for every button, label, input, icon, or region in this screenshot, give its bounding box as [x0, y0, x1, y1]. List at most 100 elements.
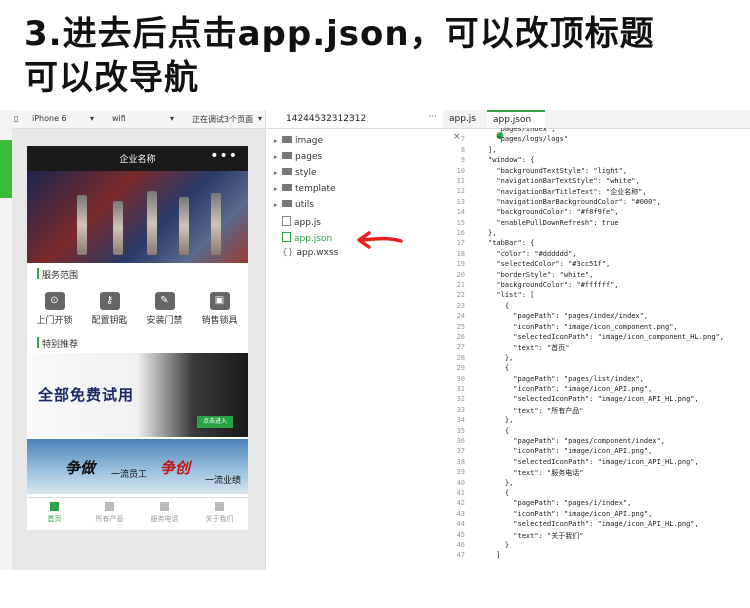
- code-line: },: [488, 478, 514, 487]
- key-icon: ⚷: [99, 292, 120, 310]
- promo-button[interactable]: 点击进入: [197, 416, 233, 428]
- folder-icon: [282, 152, 292, 159]
- line-number: 44: [456, 520, 465, 529]
- code-line: {: [488, 301, 510, 310]
- banner-image[interactable]: [27, 171, 248, 263]
- tab-label: app.json: [493, 115, 532, 125]
- code-line: "color": "#dddddd",: [488, 249, 577, 258]
- code-line: "iconPath": "image/icon_component.png",: [488, 322, 678, 331]
- code-line: "backgroundTextStyle": "light",: [488, 166, 628, 175]
- chevron-right-icon: ▸: [274, 153, 278, 161]
- tab-app-json[interactable]: app.json ●: [487, 110, 545, 141]
- code-line: "pagePath": "pages/component/index",: [488, 437, 666, 445]
- code-line: "pages/index",: [488, 128, 556, 133]
- lock-icon: ▣: [209, 292, 230, 310]
- code-line: ]: [488, 551, 501, 560]
- slogan-banner: 争做 一流员工 争创 一流业绩: [27, 439, 248, 494]
- chevron-down-icon[interactable]: ▾: [258, 114, 262, 123]
- code-line: "selectedIconPath": "image/icon_API_HL.p…: [488, 395, 699, 404]
- service-item[interactable]: ⊙ 上门开锁: [27, 286, 82, 330]
- tree-item-pages[interactable]: ▸ pages: [274, 152, 322, 162]
- line-number: 43: [456, 509, 465, 518]
- service-item[interactable]: ✎ 安装门禁: [137, 286, 192, 330]
- tree-item-label: utils: [295, 200, 314, 210]
- line-number: 34: [456, 416, 465, 425]
- device-select[interactable]: iPhone 6: [32, 114, 67, 123]
- editor-tabs: app.js × app.json ●: [443, 110, 750, 142]
- line-number: 41: [456, 489, 465, 497]
- file-tree-header: 14244532312312 ···: [266, 110, 443, 129]
- chevron-down-icon[interactable]: ▾: [170, 114, 174, 123]
- line-number: 46: [456, 541, 465, 549]
- tree-item-image[interactable]: ▸ image: [274, 136, 323, 146]
- code-editor: app.js × app.json ● "pages/index", 7 "pag…: [443, 110, 750, 570]
- code-line: "selectedColor": "#3cc51f",: [488, 260, 611, 269]
- line-number: 28: [456, 353, 465, 362]
- code-line: },: [488, 416, 514, 425]
- folder-icon: [282, 168, 292, 175]
- line-number: 8: [460, 145, 465, 154]
- chevron-right-icon: ▸: [274, 169, 278, 177]
- line-number: 31: [456, 385, 465, 393]
- tree-item-app-json[interactable]: app.json: [274, 232, 332, 244]
- code-area[interactable]: "pages/index", 7 "pages/logs/logs" 8], 9 "wi…: [443, 128, 750, 570]
- service-item[interactable]: ▣ 销售锁具: [192, 286, 247, 330]
- bottom-band: [0, 570, 750, 580]
- tab-label: 所有产品: [95, 515, 124, 523]
- tree-item-style[interactable]: ▸ style: [274, 168, 317, 178]
- code-line: "selectedIconPath": "image/icon_API_HL.p…: [488, 457, 699, 466]
- line-number: 39: [456, 468, 465, 477]
- phone-icon: [160, 502, 169, 511]
- code-line: {: [488, 426, 510, 435]
- tree-item-label: style: [295, 168, 317, 178]
- simulator-toolbar: ▯ iPhone 6 ▾ wifi ▾ 正在调试3个页面 ▾: [12, 110, 265, 129]
- more-icon[interactable]: •••: [210, 148, 238, 164]
- tab-products[interactable]: 所有产品: [82, 502, 137, 524]
- more-icon[interactable]: ···: [428, 112, 437, 122]
- tab-label: 服务电话: [150, 515, 179, 523]
- code-line: "enablePullDownRefresh": true: [488, 218, 619, 227]
- tree-item-label: app.json: [294, 234, 333, 244]
- line-number: 7: [460, 135, 465, 144]
- tab-service-phone[interactable]: 服务电话: [137, 502, 192, 524]
- line-number: 10: [456, 166, 465, 175]
- tab-about[interactable]: 关于我们: [192, 502, 247, 524]
- tree-item-app-wxss[interactable]: {} app.wxss: [274, 248, 338, 258]
- line-number: 42: [456, 499, 465, 508]
- tree-item-label: image: [295, 136, 324, 146]
- tree-item-app-js[interactable]: app.js: [274, 216, 321, 228]
- tree-item-template[interactable]: ▸ template: [274, 184, 336, 194]
- promo-banner[interactable]: 全部免费试用 点击进入: [27, 353, 248, 437]
- tree-item-utils[interactable]: ▸ utils: [274, 200, 314, 210]
- line-number: 37: [456, 447, 465, 456]
- debug-status[interactable]: 正在调试3个页面: [192, 114, 253, 125]
- tab-app-js[interactable]: app.js ×: [443, 110, 491, 142]
- home-icon: [50, 502, 59, 511]
- line-number: 36: [456, 437, 465, 445]
- lock-image: [147, 191, 157, 255]
- service-item[interactable]: ⚷ 配置钥匙: [82, 286, 137, 330]
- code-line: "window": {: [488, 156, 535, 165]
- braces-icon: {}: [282, 248, 294, 258]
- wrench-icon: ✎: [154, 292, 175, 310]
- tree-item-label: app.wxss: [296, 248, 339, 258]
- line-number: 45: [456, 530, 465, 539]
- car-icon: ⊙: [44, 292, 65, 310]
- tab-bar: 首页 所有产品 服务电话 关于我们: [27, 497, 248, 530]
- products-icon: [105, 502, 114, 511]
- network-select[interactable]: wifi: [112, 114, 126, 123]
- line-number: 32: [456, 395, 465, 404]
- active-tool-indicator[interactable]: [0, 140, 12, 198]
- chevron-down-icon[interactable]: ▾: [90, 114, 94, 123]
- slogan-text: 一流业绩: [205, 476, 242, 486]
- line-number: 9: [460, 156, 465, 165]
- code-line: {: [488, 364, 510, 373]
- line-number: 35: [456, 426, 465, 435]
- promo-text: 全部免费试用: [38, 386, 135, 404]
- code-line: },: [488, 229, 497, 237]
- section-title-featured: 特别推荐: [36, 337, 78, 350]
- slogan-text: 一流员工: [111, 470, 148, 480]
- annotation-arrow-icon: [357, 231, 403, 249]
- chevron-right-icon: ▸: [274, 137, 278, 145]
- tab-home[interactable]: 首页: [27, 502, 82, 524]
